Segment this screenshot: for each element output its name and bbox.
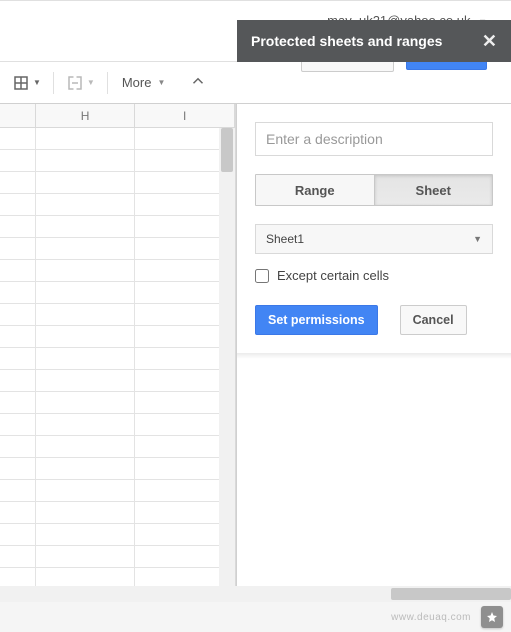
- column-header-first[interactable]: [0, 104, 36, 127]
- grid-row[interactable]: [0, 150, 235, 172]
- except-cells-checkbox-row[interactable]: Except certain cells: [255, 268, 493, 283]
- grid-row[interactable]: [0, 458, 235, 480]
- except-cells-label: Except certain cells: [277, 268, 389, 283]
- close-icon[interactable]: ✕: [482, 32, 497, 50]
- grid-row[interactable]: [0, 194, 235, 216]
- description-input[interactable]: [255, 122, 493, 156]
- grid-row[interactable]: [0, 414, 235, 436]
- set-permissions-button[interactable]: Set permissions: [255, 305, 378, 335]
- merge-cells-button: ▼: [60, 69, 101, 97]
- chevron-down-icon: ▼: [87, 78, 95, 87]
- protected-ranges-panel: Range Sheet Sheet1 ▼ Except certain cell…: [236, 104, 511, 586]
- collapse-toolbar-button[interactable]: [189, 72, 207, 93]
- star-icon: [486, 611, 498, 623]
- merge-icon: [66, 74, 84, 92]
- grid-row[interactable]: [0, 436, 235, 458]
- separator: [107, 72, 108, 94]
- grid-row[interactable]: [0, 128, 235, 150]
- chevron-down-icon: ▼: [157, 78, 165, 87]
- grid-row[interactable]: [0, 282, 235, 304]
- cancel-button[interactable]: Cancel: [400, 305, 467, 335]
- grid-row[interactable]: [0, 370, 235, 392]
- grid-row[interactable]: [0, 480, 235, 502]
- chevron-down-icon: ▼: [33, 78, 41, 87]
- borders-icon: [12, 74, 30, 92]
- panel-shadow: [237, 353, 511, 359]
- sheet-select[interactable]: Sheet1 ▼: [255, 224, 493, 254]
- sheet-selected-label: Sheet1: [266, 232, 304, 246]
- panel-title: Protected sheets and ranges: [251, 33, 482, 49]
- grid-row[interactable]: [0, 304, 235, 326]
- panel-header: Protected sheets and ranges ✕: [237, 20, 511, 62]
- grid-row[interactable]: [0, 348, 235, 370]
- horizontal-scrollbar[interactable]: [0, 586, 511, 602]
- explore-button[interactable]: [481, 606, 503, 628]
- chevron-up-icon: [189, 72, 207, 90]
- tab-sheet[interactable]: Sheet: [374, 175, 493, 205]
- tab-range[interactable]: Range: [256, 175, 374, 205]
- grid-row[interactable]: [0, 502, 235, 524]
- grid-row[interactable]: [0, 546, 235, 568]
- chevron-down-icon: ▼: [473, 234, 482, 244]
- grid-row[interactable]: [0, 326, 235, 348]
- scrollbar-thumb[interactable]: [221, 128, 233, 172]
- spreadsheet-grid[interactable]: H I: [0, 104, 236, 586]
- column-header[interactable]: I: [135, 104, 235, 127]
- grid-row[interactable]: [0, 260, 235, 282]
- scrollbar-thumb[interactable]: [391, 588, 511, 600]
- grid-row[interactable]: [0, 568, 235, 586]
- grid-row[interactable]: [0, 216, 235, 238]
- except-cells-checkbox[interactable]: [255, 269, 269, 283]
- grid-row[interactable]: [0, 524, 235, 546]
- separator: [53, 72, 54, 94]
- grid-row[interactable]: [0, 392, 235, 414]
- more-label: More: [122, 75, 152, 90]
- column-header[interactable]: H: [36, 104, 136, 127]
- more-button[interactable]: More ▼: [114, 75, 174, 90]
- vertical-scrollbar[interactable]: [219, 128, 235, 586]
- grid-row[interactable]: [0, 172, 235, 194]
- grid-row[interactable]: [0, 238, 235, 260]
- watermark-text: www.deuaq.com: [391, 612, 471, 623]
- borders-button[interactable]: ▼: [6, 69, 47, 97]
